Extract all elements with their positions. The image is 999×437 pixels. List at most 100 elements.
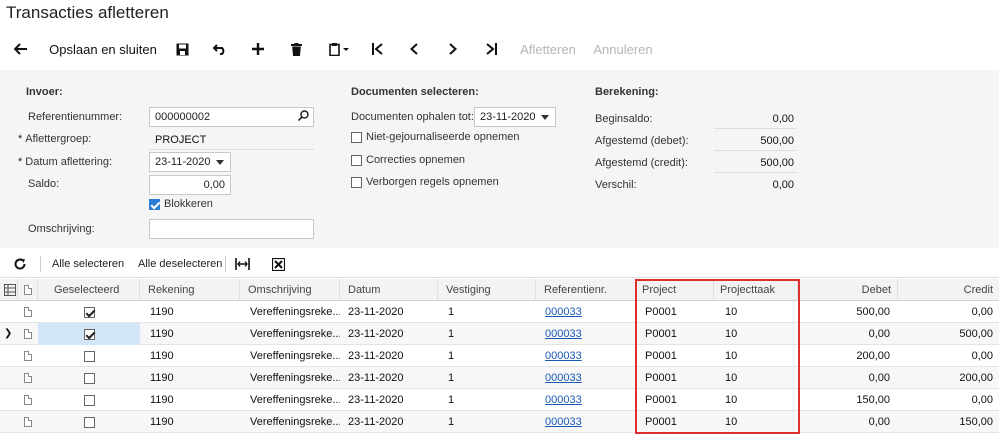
col-projecttaak[interactable]: Projecttaak xyxy=(714,279,798,301)
cell-referentienr-link[interactable]: 000033 xyxy=(545,411,636,433)
cell-debet[interactable]: 0,00 xyxy=(798,367,898,389)
row-select-checkbox[interactable] xyxy=(83,394,95,406)
cell-referentienr-link[interactable]: 000033 xyxy=(545,323,636,345)
col-vestiging[interactable]: Vestiging xyxy=(438,279,536,301)
col-datum[interactable]: Datum xyxy=(340,279,438,301)
cell-vestiging[interactable]: 1 xyxy=(438,345,536,367)
row-select-cell[interactable] xyxy=(38,345,140,367)
cell-datum[interactable]: 23-11-2020 xyxy=(340,389,438,411)
table-row[interactable]: ❯ 1190 Vereffeningsreke... 23-11-2020 1 00003… xyxy=(0,323,999,345)
plus-icon[interactable] xyxy=(246,32,270,66)
table-row[interactable]: 1190 Vereffeningsreke... 23-11-2020 1 000033… xyxy=(0,367,999,389)
cell-rekening[interactable]: 1190 xyxy=(140,345,240,367)
row-select-checkbox[interactable] xyxy=(83,328,95,340)
cell-project[interactable]: P0001 xyxy=(645,367,714,389)
search-icon[interactable] xyxy=(297,110,309,124)
cell-debet[interactable]: 0,00 xyxy=(798,323,898,345)
date-select[interactable]: 23-11-2020 xyxy=(149,152,231,172)
blokkeren-checkbox-row[interactable]: Blokkeren xyxy=(149,198,213,210)
cell-credit[interactable]: 150,00 xyxy=(898,411,999,433)
cell-datum[interactable]: 23-11-2020 xyxy=(340,301,438,323)
cell-omschrijving[interactable]: Vereffeningsreke... xyxy=(240,323,340,345)
col-referentienr[interactable]: Referentienr. xyxy=(536,279,636,301)
deselect-all-button[interactable]: Alle deselecteren xyxy=(138,250,222,278)
cell-debet[interactable]: 150,00 xyxy=(798,389,898,411)
opt2-checkbox[interactable] xyxy=(351,154,362,166)
trash-icon[interactable] xyxy=(284,32,308,66)
cell-vestiging[interactable]: 1 xyxy=(438,411,536,433)
row-select-checkbox[interactable] xyxy=(83,416,95,428)
saldo-field[interactable]: 0,00 xyxy=(149,175,231,195)
cell-omschrijving[interactable]: Vereffeningsreke... xyxy=(240,367,340,389)
cell-project[interactable]: P0001 xyxy=(645,323,714,345)
cell-project[interactable]: P0001 xyxy=(645,411,714,433)
col-debet[interactable]: Debet xyxy=(798,279,898,301)
cell-rekening[interactable]: 1190 xyxy=(140,323,240,345)
undo-icon[interactable] xyxy=(208,32,232,66)
cell-project[interactable]: P0001 xyxy=(645,389,714,411)
cell-rekening[interactable]: 1190 xyxy=(140,411,240,433)
cell-projecttaak[interactable]: 10 xyxy=(725,345,798,367)
opt3-checkbox[interactable] xyxy=(351,176,362,188)
cell-referentienr-link[interactable]: 000033 xyxy=(545,389,636,411)
cell-omschrijving[interactable]: Vereffeningsreke... xyxy=(240,345,340,367)
table-row[interactable]: 1190 Vereffeningsreke... 23-11-2020 1 000033… xyxy=(0,345,999,367)
col-geselecteerd[interactable]: Geselecteerd xyxy=(38,279,140,301)
cell-credit[interactable]: 0,00 xyxy=(898,345,999,367)
afletteren-button[interactable]: Afletteren xyxy=(517,32,579,66)
row-select-cell[interactable] xyxy=(38,323,140,345)
cell-rekening[interactable]: 1190 xyxy=(140,389,240,411)
cell-projecttaak[interactable]: 10 xyxy=(725,411,798,433)
cell-projecttaak[interactable]: 10 xyxy=(725,367,798,389)
col-credit[interactable]: Credit xyxy=(898,279,999,301)
cell-credit[interactable]: 0,00 xyxy=(898,389,999,411)
next-icon[interactable] xyxy=(441,32,465,66)
col-project[interactable]: Project xyxy=(636,279,714,301)
col-omschrijving[interactable]: Omschrijving xyxy=(240,279,340,301)
row-select-checkbox[interactable] xyxy=(83,350,95,362)
cell-omschrijving[interactable]: Vereffeningsreke... xyxy=(240,411,340,433)
row-select-cell[interactable] xyxy=(38,301,140,323)
cell-projecttaak[interactable]: 10 xyxy=(725,389,798,411)
blokkeren-checkbox[interactable] xyxy=(149,198,160,210)
cell-debet[interactable]: 200,00 xyxy=(798,345,898,367)
arrow-left-icon[interactable] xyxy=(8,32,34,66)
cell-omschrijving[interactable]: Vereffeningsreke... xyxy=(240,389,340,411)
file-icon[interactable] xyxy=(24,351,32,361)
row-select-cell[interactable] xyxy=(38,367,140,389)
prev-icon[interactable] xyxy=(402,32,426,66)
opt3-row[interactable]: Verborgen regels opnemen xyxy=(351,176,499,188)
grid-settings-icon[interactable] xyxy=(0,279,18,301)
ref-field[interactable]: 000000002 xyxy=(149,107,314,127)
opt1-row[interactable]: Niet-gejournaliseerde opnemen xyxy=(351,131,519,143)
file-icon[interactable] xyxy=(24,417,32,427)
cell-vestiging[interactable]: 1 xyxy=(438,389,536,411)
file-icon[interactable] xyxy=(24,307,32,317)
cell-vestiging[interactable]: 1 xyxy=(438,367,536,389)
opt1-checkbox[interactable] xyxy=(351,131,362,143)
row-select-cell[interactable] xyxy=(38,411,140,433)
cell-credit[interactable]: 500,00 xyxy=(898,323,999,345)
opt2-row[interactable]: Correcties opnemen xyxy=(351,154,465,166)
cell-datum[interactable]: 23-11-2020 xyxy=(340,367,438,389)
cell-datum[interactable]: 23-11-2020 xyxy=(340,323,438,345)
cell-vestiging[interactable]: 1 xyxy=(438,323,536,345)
cell-rekening[interactable]: 1190 xyxy=(140,367,240,389)
table-row[interactable]: 1190 Vereffeningsreke... 23-11-2020 1 000033… xyxy=(0,389,999,411)
cell-projecttaak[interactable]: 10 xyxy=(725,323,798,345)
cell-datum[interactable]: 23-11-2020 xyxy=(340,411,438,433)
cell-rekening[interactable]: 1190 xyxy=(140,301,240,323)
cell-referentienr-link[interactable]: 000033 xyxy=(545,301,636,323)
row-select-checkbox[interactable] xyxy=(83,306,95,318)
fit-columns-icon[interactable] xyxy=(235,250,251,278)
cell-omschrijving[interactable]: Vereffeningsreke... xyxy=(240,301,340,323)
file-icon[interactable] xyxy=(24,395,32,405)
save-close-button[interactable]: Opslaan en sluiten xyxy=(48,32,158,66)
annuleren-button[interactable]: Annuleren xyxy=(591,32,655,66)
cell-projecttaak[interactable]: 10 xyxy=(725,301,798,323)
cell-debet[interactable]: 500,00 xyxy=(798,301,898,323)
table-row[interactable]: 1190 Vereffeningsreke... 23-11-2020 1 000033… xyxy=(0,411,999,433)
floppy-icon[interactable] xyxy=(170,32,194,66)
fetch-date-select[interactable]: 23-11-2020 xyxy=(474,107,556,127)
row-select-checkbox[interactable] xyxy=(83,372,95,384)
